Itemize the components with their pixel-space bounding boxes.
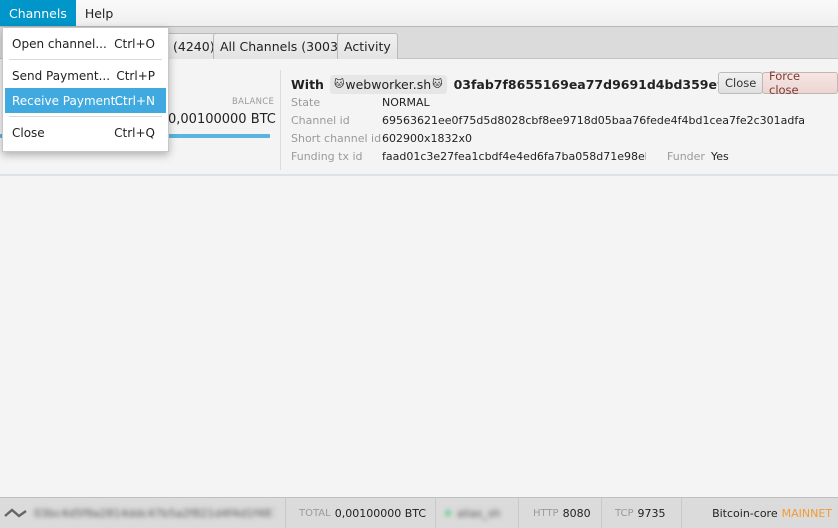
state-value: NORMAL [382,96,430,109]
menu-item-accelerator: Ctrl+Q [114,125,155,140]
http-port: 8080 [562,506,591,520]
cat-face-icon: 🐱 [432,78,443,90]
tcp-label: TCP [615,507,634,519]
cat-face-icon: 🐱 [333,78,345,90]
menu-channels[interactable]: Channels [0,0,76,26]
close-channel-button[interactable]: Close [718,72,764,94]
menu-item-close[interactable]: Close Ctrl+Q [5,120,166,145]
peer-alias: webworker.sh [345,76,432,92]
funding-tx-id-label: Funding tx id [291,150,363,163]
funder-value: Yes [711,150,729,163]
menu-help[interactable]: Help [76,0,123,26]
with-label: With [291,76,324,92]
peer-alias-badge: 🐱 webworker.sh 🐱 [329,74,447,94]
alias-blurred: alias_sh [457,506,501,520]
funding-tx-id-value: faad01c3e27fea1cbdf4e4ed6fa7ba058d71e98e… [382,150,646,163]
balance-label: BALANCE [232,97,275,107]
node-id-blurred[interactable]: 03bc4d5f9a2814ddc47b5a2f821d4f4d1f4872d [34,507,274,520]
menu-item-send-payment[interactable]: Send Payment... Ctrl+P [5,63,166,88]
state-label: State [291,96,321,109]
menu-item-label: Close [12,125,45,140]
lightning-zigzag-icon [4,508,27,518]
menu-item-open-channel[interactable]: Open channel... Ctrl+O [5,31,166,56]
menu-item-label: Send Payment... [12,68,111,83]
total-value: 0,00100000 BTC [334,506,427,520]
tcp-port: 9735 [637,506,666,520]
tab-activity[interactable]: Activity [337,33,398,59]
menu-item-accelerator: Ctrl+N [114,93,155,108]
menu-separator [9,59,162,60]
node-id-section: 03bc4d5f9a2814ddc47b5a2f821d4f4d1f4872d [0,498,286,528]
menu-item-accelerator: Ctrl+P [116,68,155,83]
http-label: HTTP [533,507,559,519]
network-label: MAINNET [781,506,832,520]
short-channel-id-label: Short channel id [291,132,382,145]
menu-separator [9,116,162,117]
alias-section: alias_sh [436,498,519,528]
short-channel-id-value: 602900x1832x0 [382,132,473,145]
menu-item-receive-payment[interactable]: Receive Payment... Ctrl+N [5,88,166,113]
status-dot-icon [445,510,451,516]
channel-id-label: Channel id [291,114,350,127]
network-section: Bitcoin-core MAINNET [682,507,838,520]
total-label: TOTAL [299,507,331,519]
status-bar: 03bc4d5f9a2814ddc47b5a2f821d4f4d1f4872d … [0,497,838,528]
total-balance-section: TOTAL 0,00100000 BTC [286,498,436,528]
force-close-button[interactable]: Force close [762,69,838,97]
channel-peer-header: With 🐱 webworker.sh 🐱 03fab7f8655169ea77… [291,74,777,94]
channels-dropdown-menu: Open channel... Ctrl+O Send Payment... C… [2,27,169,152]
menu-item-label: Open channel... [12,36,107,51]
tcp-section: TCP 9735 [602,498,682,528]
menu-bar: Channels Help [0,0,838,27]
menu-item-accelerator: Ctrl+O [114,36,155,51]
funder-label: Funder [667,150,705,163]
channel-id-value: 69563621ee0f75d5d8028cbf8ee9718d05baa76f… [382,114,806,127]
panel-divider [280,70,281,170]
menu-item-label: Receive Payment... [12,93,127,108]
balance-value: 0,00100000 BTC [168,112,276,127]
backend-label: Bitcoin-core [712,506,778,520]
http-section: HTTP 8080 [519,498,602,528]
